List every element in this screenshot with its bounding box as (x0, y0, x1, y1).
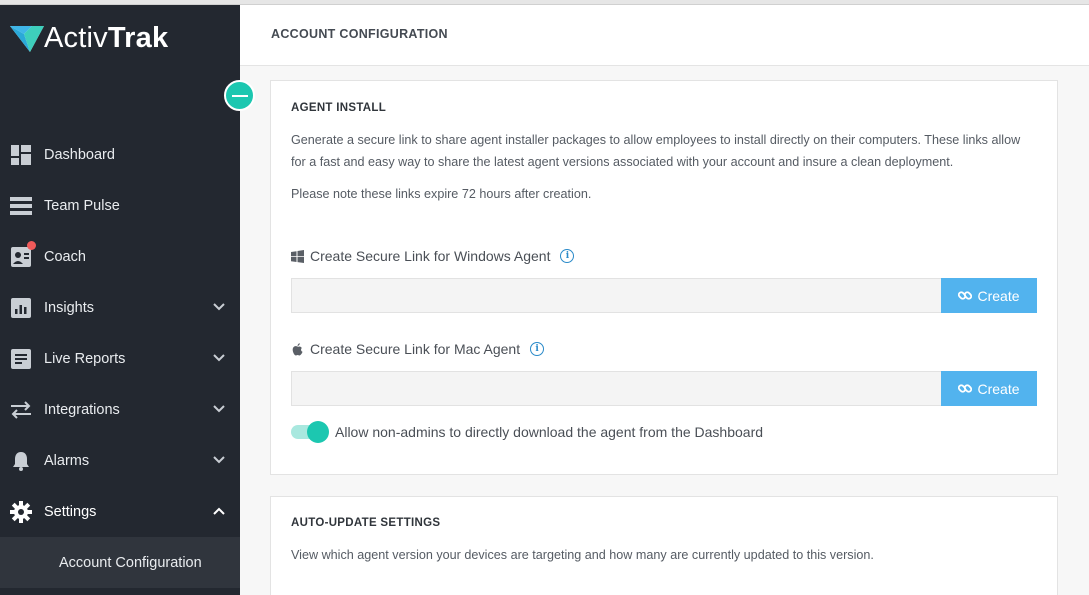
mac-link-label-text: Create Secure Link for Mac Agent (310, 341, 521, 357)
minus-icon (231, 94, 248, 97)
mac-link-field[interactable] (291, 371, 942, 406)
activtrak-logo-icon (10, 26, 44, 52)
page-title: ACCOUNT CONFIGURATION (271, 27, 448, 41)
create-windows-link-button[interactable]: Create (941, 278, 1037, 313)
window-top-border (0, 0, 1089, 5)
main-content: ACCOUNT CONFIGURATION AGENT INSTALL Gene… (240, 5, 1089, 595)
mac-link-label: Create Secure Link for Mac Agent i (291, 341, 545, 357)
non-admin-download-label: Allow non-admins to directly download th… (335, 424, 764, 440)
sidebar-item-label: Coach (44, 248, 86, 265)
auto-update-card: AUTO-UPDATE SETTINGS View which agent ve… (270, 496, 1058, 595)
chevron-down-icon[interactable] (212, 351, 226, 365)
create-button-label: Create (977, 287, 1020, 304)
apple-icon (291, 342, 304, 356)
integrations-icon (10, 399, 32, 421)
auto-update-description: View which agent version your devices ar… (291, 548, 874, 562)
sidebar-item-label: Dashboard (44, 146, 115, 163)
bell-icon (10, 450, 32, 472)
sidebar-item-settings[interactable]: Settings (0, 486, 240, 537)
sidebar-item-integrations[interactable]: Integrations (0, 384, 240, 435)
sidebar-collapse-button[interactable] (224, 80, 255, 111)
gear-icon (10, 500, 32, 523)
windows-link-label: Create Secure Link for Windows Agent i (291, 248, 575, 264)
sidebar-item-label: Alarms (44, 452, 90, 469)
sidebar-item-team-pulse[interactable]: Team Pulse (0, 180, 240, 231)
sidebar-item-live-reports[interactable]: Live Reports (0, 333, 240, 384)
sidebar-item-alarms[interactable]: Alarms (0, 435, 240, 486)
sidebar-item-insights[interactable]: Insights (0, 282, 240, 333)
sidebar-item-label: Insights (44, 299, 94, 316)
sidebar-item-label: Integrations (44, 401, 120, 418)
team-pulse-icon (10, 195, 32, 217)
agent-install-title: AGENT INSTALL (291, 102, 387, 114)
info-icon[interactable]: i (560, 249, 575, 263)
windows-icon (291, 249, 304, 263)
non-admin-download-toggle[interactable] (291, 421, 329, 443)
sidebar-item-label: Team Pulse (44, 197, 120, 214)
sidebar-subitem-label: Account Configuration (59, 554, 202, 571)
notification-dot (27, 240, 36, 250)
non-admin-download-row: Allow non-admins to directly download th… (291, 421, 763, 443)
page-header: ACCOUNT CONFIGURATION (240, 5, 1089, 66)
create-button-label: Create (977, 380, 1020, 397)
sidebar: ActivTrak Dashboard Team Pulse Coach Ins… (0, 0, 240, 595)
agent-install-card: AGENT INSTALL Generate a secure link to … (270, 80, 1058, 475)
auto-update-title: AUTO-UPDATE SETTINGS (291, 517, 441, 529)
link-icon (958, 383, 973, 393)
logo-wordmark: ActivTrak (44, 21, 169, 54)
agent-install-note: Please note these links expire 72 hours … (291, 187, 592, 201)
dashboard-icon (10, 144, 32, 166)
info-icon[interactable]: i (530, 342, 545, 356)
sidebar-item-coach[interactable]: Coach (0, 231, 240, 282)
activtrak-logo[interactable]: ActivTrak (10, 18, 168, 58)
coach-icon (10, 240, 36, 268)
insights-icon (10, 297, 32, 319)
windows-link-label-text: Create Secure Link for Windows Agent (310, 248, 551, 264)
live-reports-icon (10, 348, 32, 370)
chevron-down-icon[interactable] (212, 402, 226, 416)
create-mac-link-button[interactable]: Create (941, 371, 1037, 406)
sidebar-nav: Dashboard Team Pulse Coach Insights Live… (0, 129, 240, 588)
agent-install-description: Generate a secure link to share agent in… (291, 133, 1021, 169)
chevron-down-icon[interactable] (212, 453, 226, 467)
windows-link-field[interactable] (291, 278, 942, 313)
chevron-down-icon[interactable] (212, 300, 226, 314)
link-icon (958, 290, 973, 300)
sidebar-item-label: Settings (44, 503, 97, 520)
sidebar-item-dashboard[interactable]: Dashboard (0, 129, 240, 180)
sidebar-subitem-account-configuration[interactable]: Account Configuration (0, 537, 240, 588)
chevron-up-icon[interactable] (212, 504, 226, 518)
toggle-knob (307, 421, 329, 443)
sidebar-item-label: Live Reports (44, 350, 126, 367)
